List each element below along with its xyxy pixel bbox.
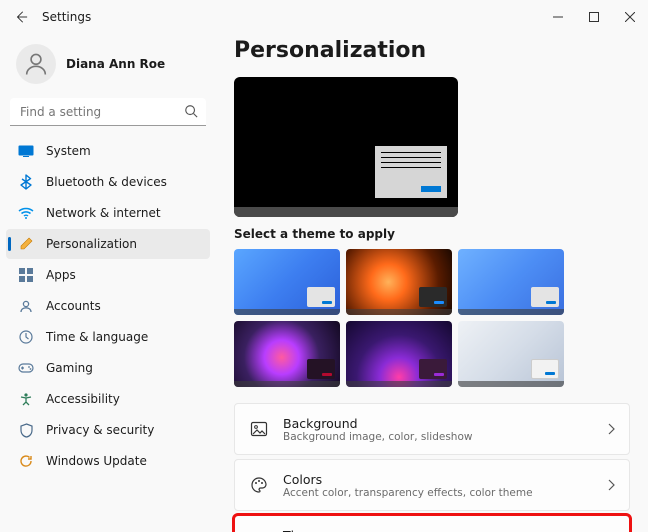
user-name: Diana Ann Roe: [66, 57, 165, 71]
nav-apps[interactable]: Apps: [6, 260, 210, 290]
theme-thumb-2[interactable]: [346, 249, 452, 315]
update-icon: [18, 453, 34, 469]
titlebar: Settings: [0, 0, 648, 34]
setting-colors[interactable]: Colors Accent color, transparency effect…: [234, 459, 630, 511]
nav-label: Windows Update: [46, 454, 147, 468]
settings-list: Background Background image, color, slid…: [234, 403, 630, 532]
setting-themes[interactable]: Themes Install, create, manage: [234, 515, 630, 532]
nav-label: Network & internet: [46, 206, 161, 220]
nav-list: System Bluetooth & devices Network & int…: [6, 136, 210, 476]
nav-label: Accessibility: [46, 392, 120, 406]
nav-accessibility[interactable]: Accessibility: [6, 384, 210, 414]
nav-accounts[interactable]: Accounts: [6, 291, 210, 321]
nav-time[interactable]: Time & language: [6, 322, 210, 352]
privacy-icon: [18, 422, 34, 438]
window-title: Settings: [42, 10, 91, 24]
theme-thumb-4[interactable]: [234, 321, 340, 387]
main-content: Personalization Select a theme to apply …: [216, 34, 648, 532]
theme-thumb-3[interactable]: [458, 249, 564, 315]
system-icon: [18, 143, 34, 159]
personalization-icon: [18, 236, 34, 252]
user-profile[interactable]: Diana Ann Roe: [6, 38, 210, 98]
setting-title: Colors: [283, 472, 533, 487]
nav-privacy[interactable]: Privacy & security: [6, 415, 210, 445]
bluetooth-icon: [18, 174, 34, 190]
accessibility-icon: [18, 391, 34, 407]
nav-network[interactable]: Network & internet: [6, 198, 210, 228]
nav-update[interactable]: Windows Update: [6, 446, 210, 476]
theme-grid: [234, 249, 564, 387]
nav-label: Gaming: [46, 361, 93, 375]
nav-label: Apps: [46, 268, 76, 282]
chevron-right-icon: [607, 479, 615, 491]
image-icon: [249, 419, 269, 439]
close-button[interactable]: [612, 0, 648, 34]
setting-title: Themes: [283, 528, 404, 532]
search-input[interactable]: [10, 98, 206, 126]
nav-label: Privacy & security: [46, 423, 154, 437]
search-container: [10, 98, 206, 126]
nav-system[interactable]: System: [6, 136, 210, 166]
setting-subtitle: Background image, color, slideshow: [283, 431, 472, 443]
setting-title: Background: [283, 416, 472, 431]
page-title: Personalization: [234, 38, 630, 63]
minimize-button[interactable]: [540, 0, 576, 34]
setting-background[interactable]: Background Background image, color, slid…: [234, 403, 630, 455]
theme-thumb-6[interactable]: [458, 321, 564, 387]
preview-window: [374, 145, 448, 199]
sidebar: Diana Ann Roe System Bluetooth & devices…: [0, 34, 216, 532]
time-icon: [18, 329, 34, 345]
chevron-right-icon: [607, 423, 615, 435]
nav-label: Personalization: [46, 237, 137, 251]
apps-icon: [18, 267, 34, 283]
gaming-icon: [18, 360, 34, 376]
desktop-preview: [234, 77, 458, 217]
maximize-button[interactable]: [576, 0, 612, 34]
search-icon: [184, 104, 198, 118]
nav-gaming[interactable]: Gaming: [6, 353, 210, 383]
palette-icon: [249, 475, 269, 495]
setting-subtitle: Accent color, transparency effects, colo…: [283, 487, 533, 499]
avatar: [16, 44, 56, 84]
theme-section-label: Select a theme to apply: [234, 227, 630, 241]
theme-thumb-5[interactable]: [346, 321, 452, 387]
nav-label: Bluetooth & devices: [46, 175, 167, 189]
nav-label: Accounts: [46, 299, 101, 313]
window-controls: [540, 0, 648, 34]
back-button[interactable]: [12, 8, 30, 26]
nav-bluetooth[interactable]: Bluetooth & devices: [6, 167, 210, 197]
nav-label: System: [46, 144, 91, 158]
preview-taskbar: [234, 207, 458, 217]
theme-thumb-1[interactable]: [234, 249, 340, 315]
nav-personalization[interactable]: Personalization: [6, 229, 210, 259]
accounts-icon: [18, 298, 34, 314]
nav-label: Time & language: [46, 330, 148, 344]
wifi-icon: [18, 205, 34, 221]
